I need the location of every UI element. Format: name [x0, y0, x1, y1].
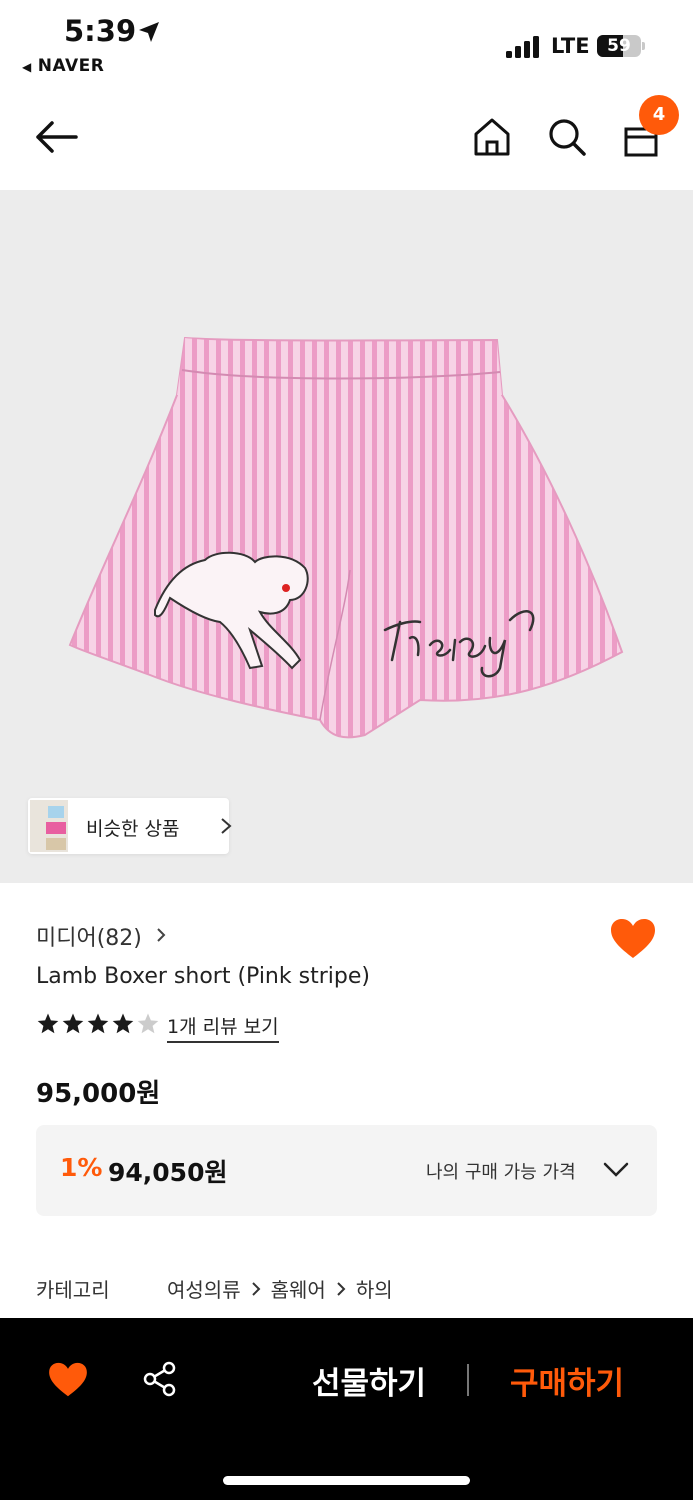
wishlist-heart-icon[interactable] — [48, 1362, 88, 1398]
status-bar: 5:39 ◀ NAVER LTE 59 — [0, 0, 693, 90]
share-icon[interactable] — [142, 1361, 178, 1397]
pink-stripe-shorts-illustration — [68, 336, 624, 739]
top-nav — [0, 90, 693, 190]
category-item[interactable]: 하의 — [356, 1274, 393, 1303]
similar-product-thumbnail — [30, 800, 68, 852]
back-triangle-icon: ◀ — [22, 60, 32, 74]
star-rating — [36, 1012, 161, 1040]
back-to-app-link[interactable]: ◀ NAVER — [22, 56, 104, 76]
chevron-right-icon — [221, 818, 232, 834]
thumb-swatch-pink — [46, 822, 66, 834]
gift-button[interactable]: 선물하기 — [312, 1358, 426, 1403]
thumb-swatch-blue — [48, 806, 64, 818]
network-type: LTE — [551, 34, 590, 58]
star-filled-icon — [62, 1013, 84, 1034]
similar-products-label: 비슷한 상품 — [86, 818, 180, 840]
location-arrow-icon — [139, 22, 159, 42]
cellular-signal-icon — [506, 36, 539, 58]
buy-button[interactable]: 구매하기 — [510, 1358, 624, 1403]
star-filled-icon — [112, 1013, 134, 1034]
battery-percent: 59 — [607, 36, 631, 56]
battery-icon: 59 — [597, 35, 641, 57]
cart-count-badge: 4 — [639, 95, 679, 135]
discount-price: 94,050원 — [108, 1158, 228, 1187]
category-item[interactable]: 여성의류 — [167, 1274, 241, 1303]
product-image[interactable] — [0, 190, 693, 883]
my-price-box[interactable]: 1% 94,050원 나의 구매 가능 가격 — [36, 1125, 657, 1216]
star-empty-icon — [137, 1013, 159, 1034]
star-filled-icon — [37, 1013, 59, 1034]
brand-link[interactable]: 미디어(82) — [36, 920, 142, 952]
category-item[interactable]: 홈웨어 — [271, 1274, 326, 1303]
battery-tip — [642, 42, 645, 50]
category-label: 카테고리 — [36, 1278, 110, 1302]
product-price: 95,000원 — [36, 1079, 161, 1109]
home-icon[interactable] — [473, 117, 511, 157]
star-filled-icon — [87, 1013, 109, 1034]
similar-products-button[interactable]: 비슷한 상품 — [28, 798, 232, 854]
chevron-right-icon — [251, 1281, 261, 1296]
search-icon[interactable] — [547, 117, 587, 157]
back-app-label: NAVER — [37, 56, 105, 76]
chevron-down-icon — [603, 1162, 629, 1177]
chevron-right-icon — [337, 1281, 346, 1296]
product-title: Lamb Boxer short (Pink stripe) — [36, 964, 370, 989]
back-arrow-icon[interactable] — [34, 120, 78, 154]
chevron-right-icon — [157, 928, 166, 942]
wishlist-heart-icon[interactable] — [610, 918, 656, 960]
my-price-label: 나의 구매 가능 가격 — [426, 1162, 576, 1183]
thumb-swatch-beige — [46, 838, 66, 850]
discount-percent: 1% — [60, 1153, 103, 1182]
bottom-action-bar: 선물하기 구매하기 — [0, 1318, 693, 1500]
status-time: 5:39 — [64, 14, 137, 48]
category-breadcrumb: 여성의류 홈웨어 하의 — [167, 1274, 393, 1303]
view-reviews-link[interactable]: 1개 리뷰 보기 — [167, 1012, 279, 1043]
home-indicator[interactable] — [223, 1476, 470, 1485]
divider — [467, 1364, 469, 1396]
